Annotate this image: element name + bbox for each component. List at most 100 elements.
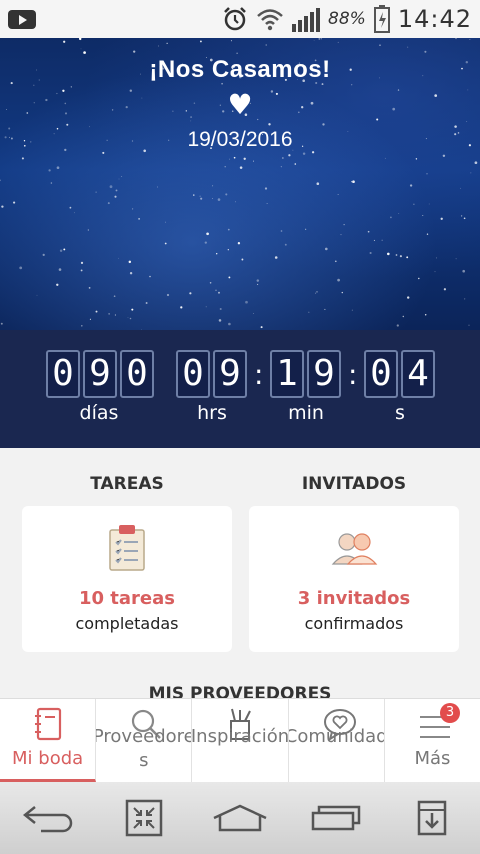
dual-window-button[interactable] — [114, 793, 174, 843]
star — [257, 283, 259, 285]
tasks-card[interactable]: 10 tareas completadas — [22, 506, 232, 652]
recent-apps-button[interactable] — [306, 793, 366, 843]
tab-label: Mi boda — [12, 748, 84, 769]
star — [256, 279, 260, 282]
heart-icon: ♥ — [227, 88, 253, 121]
star — [341, 291, 343, 294]
battery-percent: 88% — [328, 9, 366, 29]
tab-mas[interactable]: 3 Más — [385, 699, 480, 782]
star — [460, 187, 461, 189]
digit: 0 — [176, 350, 210, 398]
tab-label: Comunidad — [288, 726, 385, 747]
hero-title: ¡Nos Casamos! — [149, 56, 331, 83]
countdown-seconds: 0 4 — [364, 350, 435, 398]
star — [129, 317, 132, 320]
star — [230, 40, 232, 42]
days-label: días — [79, 402, 119, 424]
star — [407, 296, 410, 299]
tab-mi-boda[interactable]: Mi boda — [0, 699, 97, 782]
guests-count: 3 invitados — [297, 588, 411, 609]
star — [200, 197, 203, 200]
star — [320, 38, 322, 40]
notification-drawer-button[interactable] — [402, 793, 462, 843]
star — [351, 84, 353, 86]
star — [386, 252, 390, 256]
tab-label: Más — [414, 748, 451, 769]
star — [284, 243, 287, 246]
tab-comunidad[interactable]: Comunidad — [289, 699, 385, 782]
wifi-icon — [257, 9, 283, 31]
star — [165, 221, 167, 223]
clipboard-icon — [109, 525, 145, 571]
star — [390, 216, 392, 219]
star — [413, 203, 415, 205]
star — [237, 242, 241, 245]
star — [399, 255, 402, 258]
star — [83, 51, 86, 54]
tab-proveedores[interactable]: Proveedores — [96, 699, 193, 782]
guests-card[interactable]: 3 invitados confirmados — [249, 506, 459, 652]
star — [224, 165, 226, 168]
back-button[interactable] — [18, 793, 78, 843]
star — [129, 272, 133, 275]
star — [114, 314, 116, 316]
star — [204, 241, 207, 244]
star — [302, 152, 306, 155]
star — [474, 161, 478, 165]
star — [78, 38, 82, 41]
star — [227, 249, 229, 251]
digit: 0 — [364, 350, 398, 398]
star — [74, 212, 76, 214]
star — [324, 308, 326, 310]
seconds-label: s — [395, 402, 405, 424]
home-button[interactable] — [210, 793, 270, 843]
star — [128, 260, 132, 264]
dual-window-icon — [125, 799, 163, 837]
star — [318, 38, 321, 40]
star — [334, 260, 337, 263]
bottom-tab-bar: Mi boda Proveedores Inspiración Comunida… — [0, 698, 480, 782]
star — [59, 249, 63, 252]
notebook-icon — [35, 707, 62, 741]
star — [316, 291, 318, 293]
youtube-notification-icon — [8, 10, 36, 29]
star — [455, 258, 457, 260]
tab-inspiracion[interactable]: Inspiración — [192, 699, 289, 782]
star — [396, 324, 399, 327]
guests-icon — [331, 533, 378, 565]
star — [266, 203, 268, 205]
star — [216, 253, 218, 255]
star — [367, 230, 370, 233]
star — [265, 44, 267, 46]
separator: : — [348, 358, 358, 391]
star — [239, 166, 243, 169]
countdown-minutes: 1 9 — [270, 350, 341, 398]
separator: : — [254, 358, 264, 391]
star — [219, 307, 222, 311]
star — [234, 201, 236, 203]
star — [113, 295, 116, 298]
star — [337, 41, 339, 43]
star — [127, 316, 129, 318]
star — [395, 254, 398, 256]
star — [21, 157, 24, 160]
digit: 9 — [213, 350, 247, 398]
star — [131, 308, 134, 311]
tasks-subtitle: completadas — [75, 614, 179, 633]
star — [109, 185, 113, 189]
star — [463, 217, 466, 220]
star — [164, 242, 167, 245]
star — [245, 300, 248, 304]
star — [313, 39, 315, 41]
star — [66, 123, 69, 126]
star — [48, 169, 51, 172]
star — [56, 283, 59, 286]
star — [322, 123, 325, 126]
star — [340, 234, 342, 236]
star — [253, 313, 254, 314]
star — [384, 157, 386, 159]
star — [268, 123, 271, 126]
star — [260, 326, 263, 329]
battery-charging-icon — [373, 5, 390, 33]
wedding-date: 19/03/2016 — [187, 128, 293, 151]
